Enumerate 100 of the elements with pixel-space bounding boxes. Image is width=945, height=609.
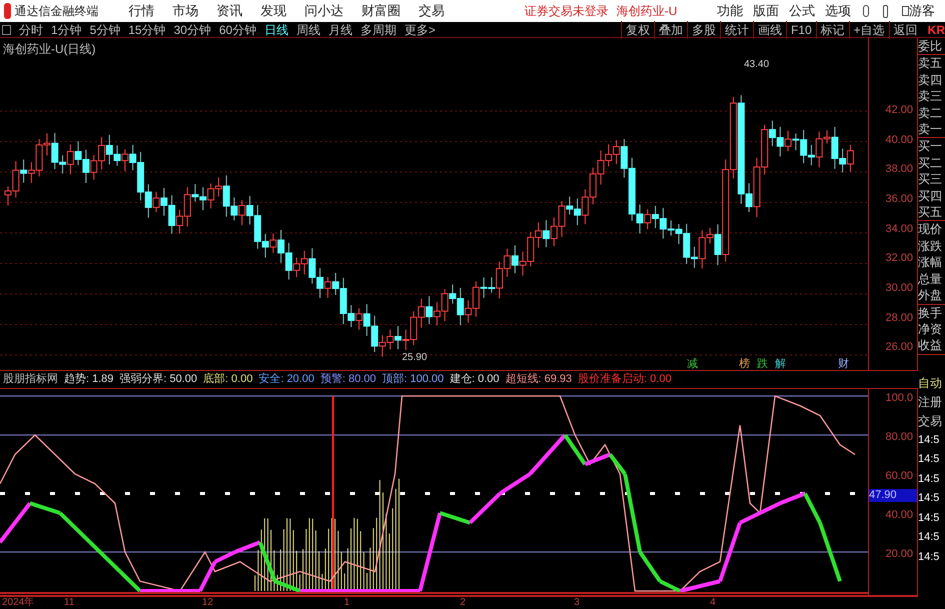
indicator-axis-label: 80.00: [885, 430, 914, 444]
high-price-label: 43.40: [744, 59, 770, 70]
date-label: 11: [64, 597, 74, 609]
period-tab[interactable]: 周线: [296, 20, 320, 38]
quote-label: 换手: [918, 304, 943, 321]
date-label: 12: [202, 597, 214, 609]
price-axis-label: 36.00: [885, 192, 913, 208]
phone-icon[interactable]: [883, 4, 888, 18]
trade-time: 14:5: [918, 550, 940, 565]
side-label[interactable]: 自动: [918, 374, 945, 393]
quote-label: 现价: [918, 221, 943, 238]
menu-item[interactable]: 版面: [753, 1, 780, 21]
indicator-value: 安全: 20.00: [258, 372, 314, 388]
mail-icon[interactable]: [902, 6, 909, 16]
quote-label: 涨幅: [918, 254, 943, 271]
login-status[interactable]: 证券交易未登录: [524, 2, 609, 20]
menu-item[interactable]: 交易: [418, 1, 445, 21]
menu-item[interactable]: 行情: [128, 1, 155, 21]
toolbar-button[interactable]: 叠加: [654, 20, 687, 38]
quote-label: 卖三: [918, 88, 943, 105]
chart-title: 海创药业-U(日线): [3, 41, 96, 58]
indicator-value: 趋势: 1.89: [64, 372, 114, 388]
period-tab[interactable]: 更多>: [404, 20, 436, 38]
side-label[interactable]: 交易: [918, 412, 945, 431]
stock-name[interactable]: 海创药业-U: [616, 2, 678, 20]
menu-item[interactable]: 公式: [789, 1, 816, 21]
quote-label: 卖四: [918, 72, 943, 88]
period-tab[interactable]: 5分钟: [90, 20, 120, 38]
period-tab[interactable]: 日线: [264, 20, 288, 38]
quote-label: 净资: [918, 320, 943, 338]
quote-label: 卖二: [918, 104, 943, 122]
toolbar-button[interactable]: 画线: [752, 20, 786, 38]
quote-label: 买四: [918, 188, 943, 204]
toolbar-button[interactable]: 复权: [620, 20, 654, 38]
event-marker[interactable]: 解: [775, 358, 786, 370]
quote-label: 涨跌: [918, 238, 943, 254]
menu-item[interactable]: 资讯: [216, 1, 243, 21]
indicator-value: 股价准备启动: 0.00: [578, 372, 672, 388]
menu-item[interactable]: 市场: [172, 1, 199, 21]
date-label: 2: [460, 597, 466, 609]
menu-item[interactable]: 功能: [717, 1, 744, 21]
quote-label: 买三: [918, 171, 943, 188]
period-tab[interactable]: 30分钟: [174, 20, 212, 38]
indicator-name[interactable]: 股朋指标网: [3, 371, 58, 388]
event-marker[interactable]: 榜: [739, 358, 750, 370]
edge-label: KR: [928, 22, 945, 38]
toolbar-button[interactable]: 返回: [888, 20, 922, 38]
quote-label: 外盘: [918, 287, 945, 304]
menu-item[interactable]: 问小达: [304, 1, 344, 21]
quote-label: 收益: [918, 337, 943, 354]
trade-time: 14:5: [918, 452, 940, 468]
event-marker[interactable]: 减: [687, 358, 698, 370]
indicator-value: 建仓: 0.00: [450, 372, 500, 388]
period-tab[interactable]: 15分钟: [128, 20, 166, 38]
panel-toggle-icon[interactable]: [2, 24, 11, 34]
period-tab[interactable]: 60分钟: [219, 20, 256, 38]
menu-item[interactable]: 发现: [260, 1, 287, 21]
price-axis-label: 34.00: [885, 222, 913, 237]
quote-label: 卖五: [918, 55, 943, 72]
quote-label: 卖一: [918, 121, 945, 138]
trade-time: 14:5: [918, 530, 940, 546]
user-name[interactable]: 游客: [909, 1, 935, 21]
period-tab[interactable]: 月线: [328, 20, 352, 38]
side-label[interactable]: 注册: [918, 392, 945, 412]
trade-time: 14:5: [918, 472, 940, 487]
menu-item[interactable]: 财富圈: [362, 1, 401, 21]
date-label: 2024年: [2, 597, 34, 609]
indicator-value: 超短线: 69.93: [505, 372, 572, 388]
indicator-axis-label: 20.00: [885, 547, 914, 561]
date-label: 4: [710, 597, 716, 609]
event-marker[interactable]: 跌: [757, 358, 768, 370]
price-axis-label: 30.00: [885, 281, 913, 296]
trade-time: 14:5: [918, 510, 940, 526]
price-axis-label: 28.00: [885, 310, 913, 326]
toolbar-button[interactable]: +自选: [848, 20, 889, 38]
period-tab[interactable]: 1分钟: [51, 20, 82, 38]
indicator-axis-label: 100.0: [885, 391, 914, 405]
toolbar-button[interactable]: F10: [786, 20, 816, 38]
app-name: 通达信金融终端: [14, 3, 99, 20]
period-tab[interactable]: 多周期: [360, 20, 396, 38]
quote-label: 买一: [918, 138, 943, 155]
toolbar-button[interactable]: 多股: [686, 20, 720, 38]
toolbar-button[interactable]: 统计: [720, 20, 753, 38]
quote-label: 总量: [918, 270, 943, 288]
date-label: 1: [344, 597, 350, 609]
app-logo-icon: [4, 3, 11, 19]
indicator-value: 顶部: 100.00: [382, 372, 444, 388]
event-marker[interactable]: 财: [838, 358, 849, 370]
quote-label: 买二: [918, 154, 943, 172]
period-tab[interactable]: 分时: [19, 20, 43, 38]
indicator-value: 强弱分界: 50.00: [120, 372, 198, 388]
toolbar-button[interactable]: 标记: [816, 20, 849, 38]
current-value-label: 47.90: [869, 489, 917, 502]
menu-item[interactable]: 选项: [825, 1, 852, 21]
indicator-value: 底部: 0.00: [203, 372, 253, 388]
quote-label: 买五: [918, 204, 945, 222]
price-axis-label: 38.00: [885, 162, 913, 178]
indicator-axis-label: 60.00: [885, 469, 914, 483]
date-label: 3: [574, 597, 580, 609]
indicator-value: 预警: 80.00: [320, 372, 376, 388]
